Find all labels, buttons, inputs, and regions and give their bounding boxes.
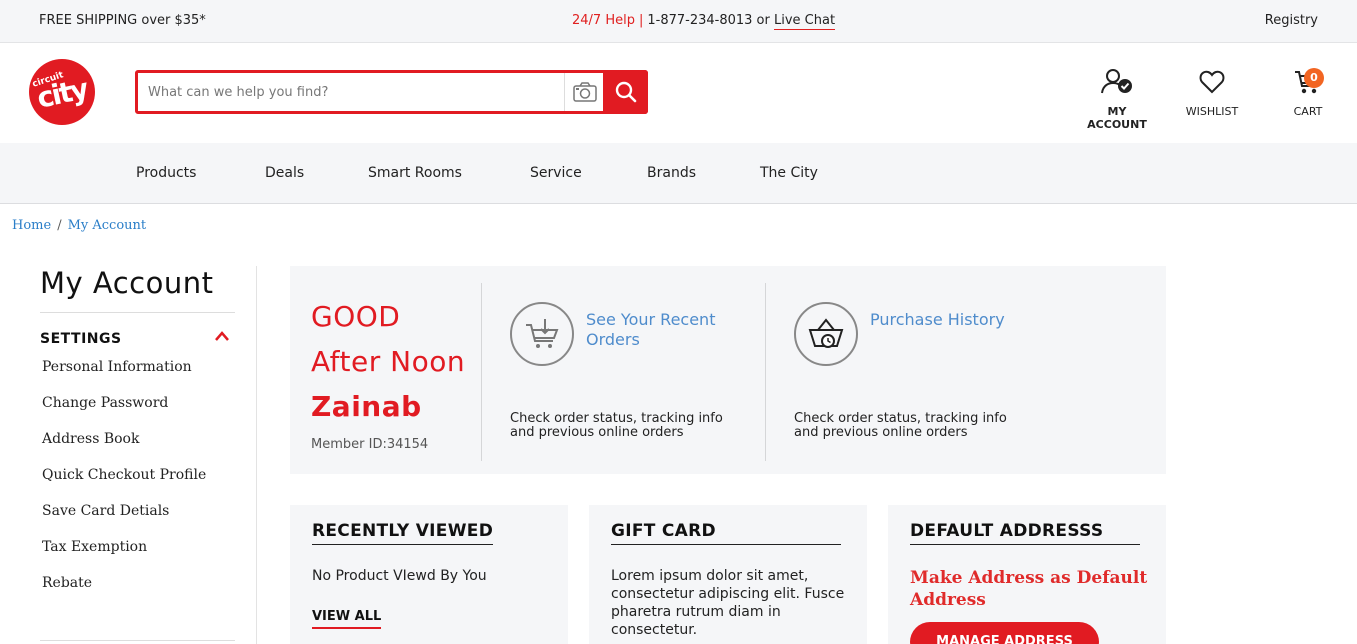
view-all-link[interactable]: VIEW ALL — [312, 609, 382, 629]
settings-list: Personal Information Change Password Add… — [40, 357, 235, 609]
phone-number: 1-877-234-8013 or — [647, 13, 770, 28]
search-bar — [135, 70, 648, 114]
settings-label: SETTINGS — [40, 331, 122, 347]
settings-section-header[interactable]: SETTINGS — [40, 331, 235, 347]
breadcrumb-separator: / — [57, 218, 62, 233]
help-line: 24/7 Help | 1-877-234-8013 or Live Chat — [572, 13, 836, 30]
sidebar-item-change-password[interactable]: Change Password — [40, 393, 235, 429]
cart-count-badge: 0 — [1304, 68, 1324, 88]
main-nav: Products Deals Smart Rooms Service Brand… — [0, 143, 1357, 204]
sidebar-item-quick-checkout-profile[interactable]: Quick Checkout Profile — [40, 465, 235, 501]
panel-divider — [765, 283, 766, 461]
default-address-text: Make Address as Default Address — [910, 568, 1148, 610]
sidebar-item-tax-exemption[interactable]: Tax Exemption — [40, 537, 235, 573]
account-sidebar: My Account SETTINGS Personal Information… — [40, 266, 235, 641]
sidebar-bottom-divider — [40, 640, 235, 641]
nav-the-city[interactable]: The City — [760, 165, 818, 181]
default-address-title: DEFAULT ADDRESSS — [910, 521, 1140, 545]
nav-brands[interactable]: Brands — [647, 165, 696, 181]
cart-button[interactable]: 0 CART — [1282, 68, 1334, 118]
breadcrumb: Home / My Account — [12, 218, 146, 233]
live-chat-link[interactable]: Live Chat — [773, 13, 836, 30]
sidebar-vertical-divider — [256, 266, 257, 644]
manage-address-button[interactable]: MANAGE ADDRESS — [910, 622, 1099, 644]
cart-label: CART — [1293, 105, 1323, 118]
camera-search-button[interactable] — [564, 73, 604, 111]
search-icon — [615, 81, 636, 103]
user-check-icon — [1101, 69, 1132, 94]
my-account-label: MY ACCOUNT — [1087, 105, 1147, 131]
sidebar-item-save-card-details[interactable]: Save Card Detials — [40, 501, 235, 537]
sidebar-item-address-book[interactable]: Address Book — [40, 429, 235, 465]
breadcrumb-home[interactable]: Home — [12, 218, 51, 233]
gift-card-title: GIFT CARD — [611, 521, 841, 545]
recently-viewed-title: RECENTLY VIEWED — [312, 521, 494, 545]
camera-icon — [572, 82, 597, 102]
sidebar-item-personal-information[interactable]: Personal Information — [40, 357, 235, 393]
wishlist-label: WISHLIST — [1185, 105, 1239, 118]
purchase-history-link[interactable]: Purchase History — [870, 310, 1040, 330]
user-name: Zainab — [311, 390, 422, 423]
recently-viewed-empty-text: No Product VIewd By You — [312, 568, 487, 584]
greeting-line-2: After Noon — [311, 345, 466, 378]
registry-link[interactable]: Registry — [1265, 13, 1318, 28]
panel-divider — [481, 283, 482, 461]
help-separator: | — [638, 13, 644, 28]
recently-viewed-card: RECENTLY VIEWED No Product VIewd By You … — [290, 505, 568, 644]
welcome-panel: GOOD After Noon Zainab Member ID:34154 S… — [290, 266, 1166, 474]
nav-products[interactable]: Products — [136, 165, 196, 181]
top-bar: FREE SHIPPING over $35* 24/7 Help | 1-877-… — [0, 0, 1357, 43]
greeting: GOOD After Noon Zainab — [311, 294, 465, 429]
wishlist-button[interactable]: WISHLIST — [1180, 68, 1244, 118]
my-account-button[interactable]: MY ACCOUNT — [1077, 68, 1157, 131]
free-shipping-text: FREE SHIPPING over $35* — [39, 13, 206, 28]
recent-orders-description: Check order status, tracking info and pr… — [510, 411, 723, 440]
cart-download-icon — [510, 302, 574, 366]
nav-service[interactable]: Service — [530, 165, 582, 181]
gift-card-text: Lorem ipsum dolor sit amet, consectetur … — [611, 568, 845, 638]
sidebar-item-rebate[interactable]: Rebate — [40, 573, 235, 609]
default-address-card: DEFAULT ADDRESSS Make Address as Default… — [888, 505, 1166, 644]
gift-card-card: GIFT CARD Lorem ipsum dolor sit amet, co… — [589, 505, 867, 644]
purchase-history-description: Check order status, tracking info and pr… — [794, 411, 1007, 440]
basket-clock-icon — [794, 302, 858, 366]
greeting-line-1: GOOD — [311, 300, 401, 333]
nav-smart-rooms[interactable]: Smart Rooms — [368, 165, 462, 181]
help-label: 24/7 Help — [572, 13, 635, 28]
search-input[interactable] — [148, 81, 548, 103]
circuit-city-logo[interactable]: circuit city — [29, 59, 95, 125]
heart-icon — [1199, 70, 1225, 94]
page-title: My Account — [40, 266, 214, 300]
chevron-up-icon — [215, 331, 229, 341]
recent-orders-link[interactable]: See Your Recent Orders — [586, 310, 756, 350]
sidebar-divider — [40, 312, 235, 313]
search-button[interactable] — [603, 70, 648, 114]
breadcrumb-current[interactable]: My Account — [68, 218, 147, 233]
nav-deals[interactable]: Deals — [265, 165, 304, 181]
member-id: Member ID:34154 — [311, 437, 429, 452]
header: circuit city MY ACCOUNT — [0, 43, 1357, 143]
